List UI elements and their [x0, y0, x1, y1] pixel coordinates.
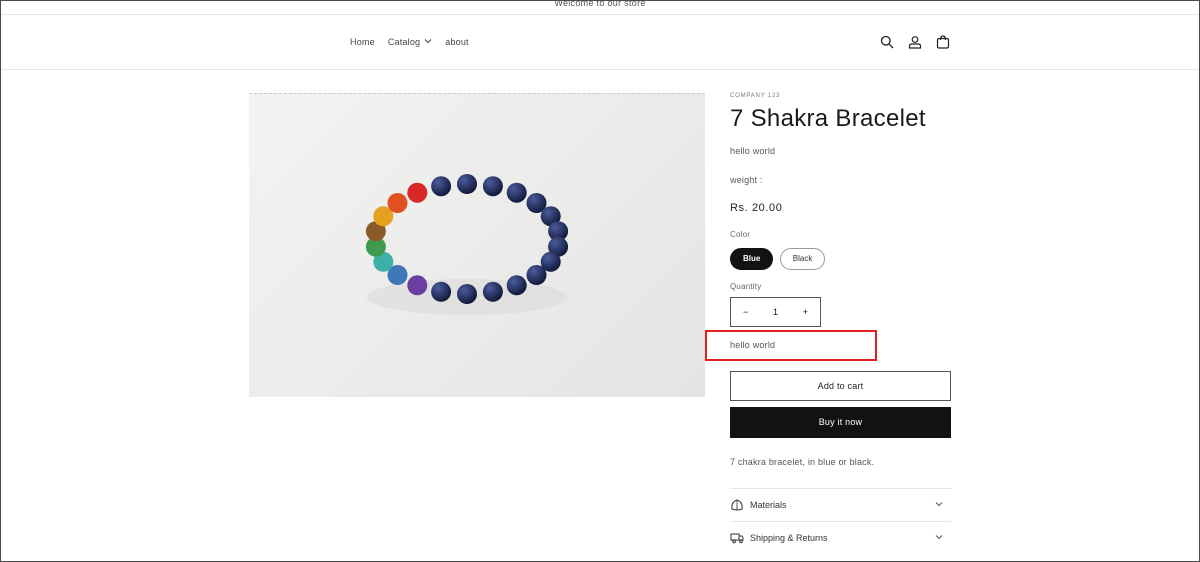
accordion-shipping[interactable]: Shipping & Returns	[730, 521, 951, 554]
nav-about[interactable]: about	[445, 37, 469, 47]
nav-about-label: about	[445, 37, 469, 47]
leaf-icon	[730, 499, 744, 511]
bead	[457, 284, 477, 304]
quantity-decrease-button[interactable]: −	[743, 307, 748, 317]
color-options: Blue Black	[730, 248, 827, 270]
announcement-bar: Welcome to our store	[1, 1, 1199, 15]
bead	[457, 174, 477, 194]
color-option-blue[interactable]: Blue	[730, 248, 774, 270]
nav-catalog[interactable]: Catalog	[388, 37, 432, 47]
accordion-materials-label: Materials	[750, 500, 787, 510]
nav-home-label: Home	[350, 37, 375, 47]
bead	[407, 275, 428, 296]
nav-catalog-label: Catalog	[387, 37, 421, 47]
bead	[482, 281, 503, 302]
product-vendor: COMPANY 123	[730, 93, 781, 99]
nav-home[interactable]: Home	[350, 37, 375, 47]
accordion-materials[interactable]: Materials	[730, 488, 951, 521]
cart-icon[interactable]	[936, 35, 950, 49]
main-nav: Home Catalog about	[350, 37, 482, 47]
bead	[387, 193, 408, 213]
product-image[interactable]	[249, 93, 705, 397]
chevron-down-icon	[935, 501, 943, 509]
quantity-input[interactable]: 1	[773, 307, 778, 317]
bead	[506, 182, 527, 203]
add-to-cart-button[interactable]: Add to cart	[730, 371, 951, 401]
bead	[431, 176, 452, 197]
truck-icon	[730, 532, 744, 544]
bead	[526, 265, 547, 285]
bead	[506, 275, 527, 296]
site-header: Home Catalog about	[1, 15, 1199, 70]
quantity-increase-button[interactable]: +	[803, 307, 808, 317]
bead	[431, 281, 452, 302]
header-icons	[880, 35, 950, 49]
bead	[407, 182, 428, 203]
accordion-shipping-label: Shipping & Returns	[750, 533, 828, 543]
product-info: COMPANY 123 7 Shakra Bracelet hello worl…	[730, 93, 951, 544]
search-icon[interactable]	[880, 35, 894, 49]
product-price: Rs. 20.00	[730, 202, 783, 214]
chevron-down-icon	[424, 38, 432, 46]
chevron-down-icon	[935, 534, 943, 542]
product-title: 7 Shakra Bracelet	[730, 105, 926, 132]
bead	[482, 176, 503, 197]
product-subtitle: hello world	[730, 146, 776, 156]
product-weight: weight :	[730, 175, 763, 185]
buy-now-button[interactable]: Buy it now	[730, 407, 951, 438]
quantity-stepper: − 1 +	[730, 297, 821, 327]
quantity-label: Quantity	[730, 282, 762, 291]
highlight-box	[705, 330, 877, 361]
account-icon[interactable]	[908, 35, 922, 49]
color-label: Color	[730, 230, 751, 239]
bracelet-image	[365, 174, 569, 315]
product-description: 7 chakra bracelet, in blue or black.	[730, 457, 875, 467]
color-option-black[interactable]: Black	[779, 248, 826, 270]
